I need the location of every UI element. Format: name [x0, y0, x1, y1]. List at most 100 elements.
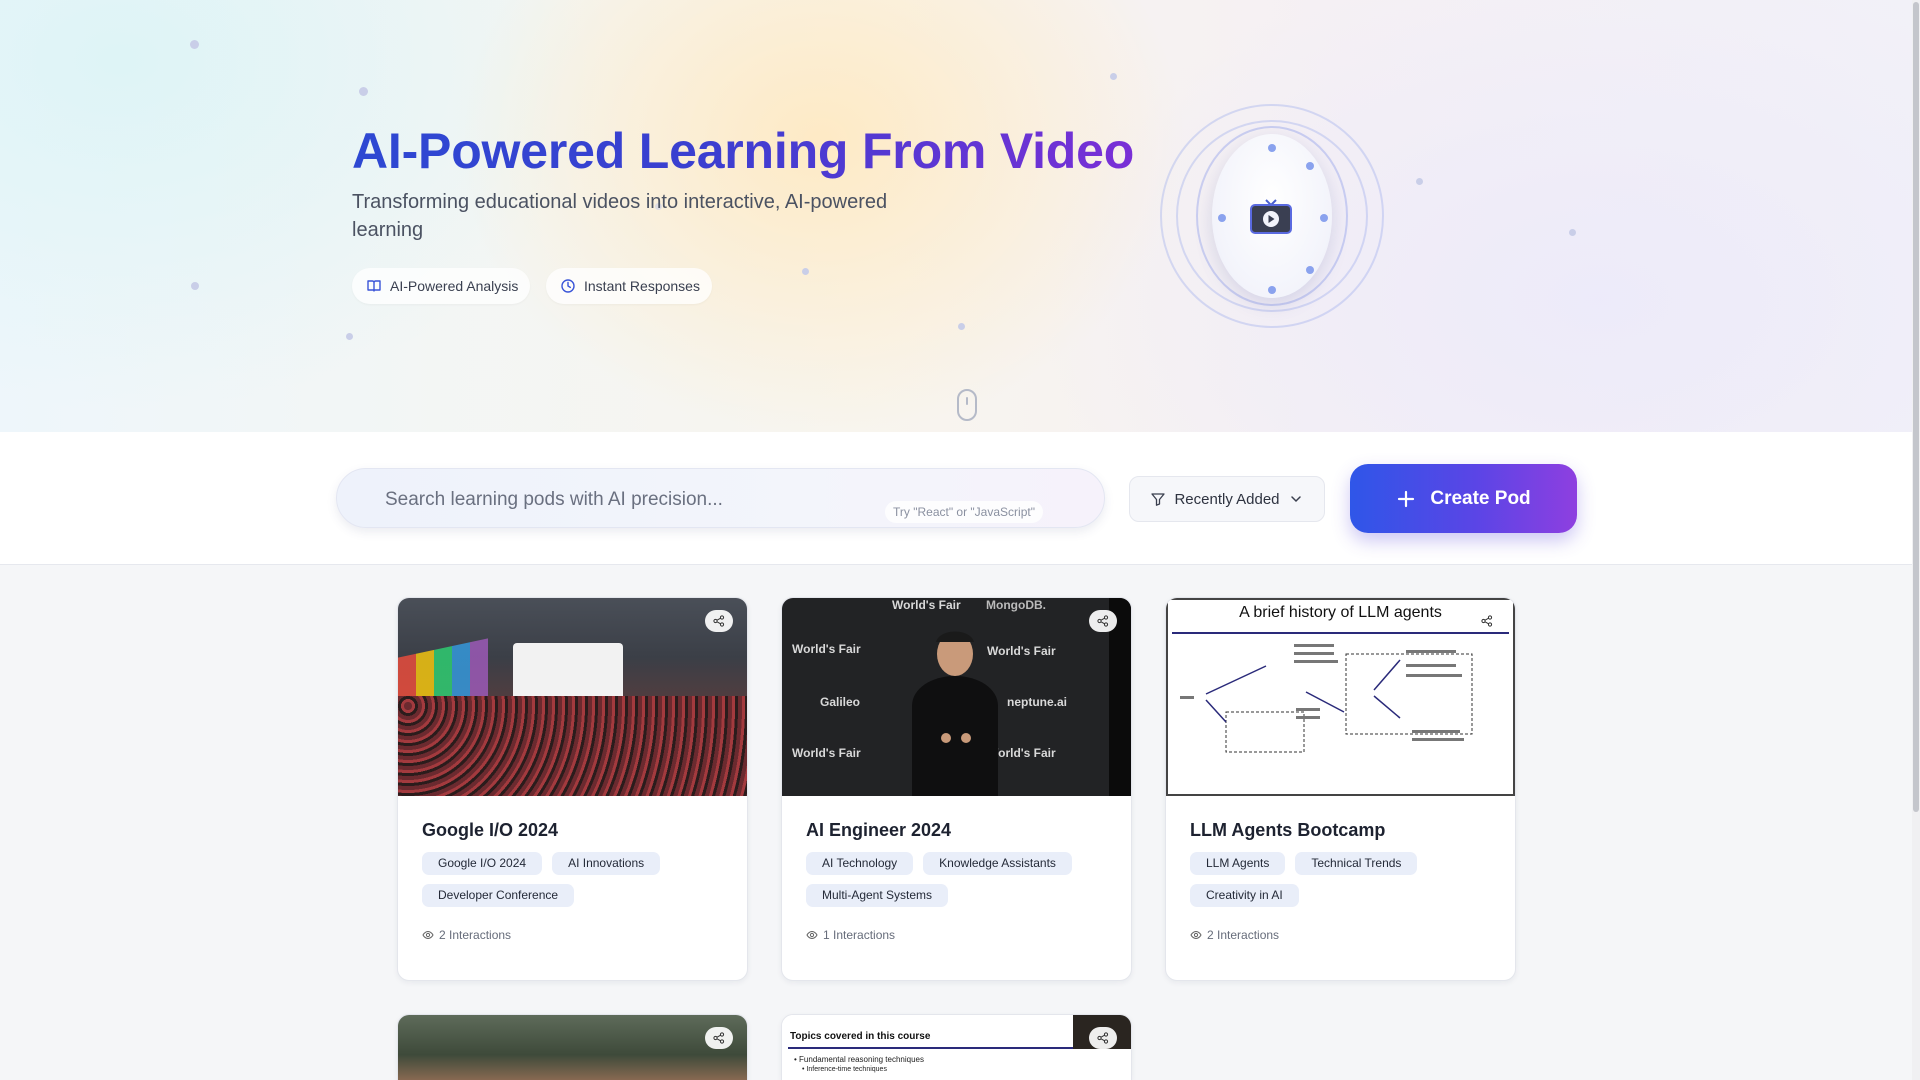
- sort-dropdown[interactable]: Recently Added: [1129, 476, 1325, 522]
- book-icon: [367, 280, 381, 292]
- chevron-down-icon: [1290, 496, 1301, 503]
- pod-card[interactable]: World's Fair MongoDB. World's Fair World…: [781, 597, 1132, 981]
- share-button[interactable]: [1089, 1027, 1117, 1049]
- pod-card[interactable]: A brief history of LLM agents LLM Agents…: [1165, 597, 1516, 981]
- pod-toolbar: Try "React" or "JavaScript" Recently Add…: [0, 432, 1920, 565]
- pod-card[interactable]: [397, 1014, 748, 1080]
- decor-dot: [191, 282, 199, 290]
- eye-icon: [1190, 930, 1202, 940]
- share-button[interactable]: [705, 610, 733, 632]
- hero-subtitle: Transforming educational videos into int…: [352, 191, 888, 241]
- orbit-dot: [1306, 266, 1314, 274]
- eye-icon: [806, 930, 818, 940]
- thumbnail-text: World's Fair: [792, 746, 861, 760]
- pod-tag[interactable]: Knowledge Assistants: [923, 852, 1072, 875]
- create-pod-label: Create Pod: [1430, 487, 1531, 509]
- hero-title: AI-Powered Learning From Video: [352, 123, 1135, 179]
- eye-icon: [422, 930, 434, 940]
- hero-section: AI-Powered Learning From Video Transform…: [0, 0, 1920, 432]
- pod-tag[interactable]: Google I/O 2024: [422, 852, 543, 875]
- thumbnail-decor: [1172, 632, 1509, 634]
- pod-interactions: 1 Interactions: [806, 928, 895, 942]
- mouse-scroll-icon[interactable]: [957, 389, 977, 421]
- thumbnail-decor: [1180, 644, 1473, 753]
- search-hint: Try "React" or "JavaScript": [885, 501, 1043, 523]
- thumbnail-text: World's Fair: [892, 598, 961, 612]
- slide-title: A brief history of LLM agents: [1239, 604, 1442, 621]
- pod-thumbnail[interactable]: Topics covered in this course • Fundamen…: [782, 1015, 1131, 1080]
- pod-thumbnail[interactable]: [398, 1015, 747, 1080]
- feature-pill-analysis: AI-Powered Analysis: [352, 268, 531, 304]
- clock-icon: [561, 279, 575, 293]
- thumbnail-image: [398, 1015, 747, 1080]
- share-icon: [713, 615, 725, 627]
- feature-label: Instant Responses: [584, 278, 700, 294]
- thumbnail-decor: [912, 631, 998, 796]
- search-bar[interactable]: Try "React" or "JavaScript": [336, 468, 1105, 528]
- create-pod-button[interactable]: Create Pod: [1350, 464, 1577, 533]
- pod-tags: LLM Agents Technical Trends Creativity i…: [1190, 852, 1500, 907]
- slide-bullet: • Inference-time techniques: [802, 1066, 887, 1073]
- search-input[interactable]: [385, 487, 865, 513]
- orbit-dot: [1320, 214, 1328, 222]
- decor-dot: [359, 87, 368, 96]
- pod-title: Google I/O 2024: [422, 820, 559, 840]
- slide-bullet-text: Fundamental reasoning techniques: [799, 1055, 925, 1064]
- pod-tag[interactable]: Developer Conference: [422, 884, 575, 907]
- pod-thumbnail[interactable]: World's Fair MongoDB. World's Fair World…: [782, 598, 1131, 796]
- pod-interactions: 2 Interactions: [422, 928, 511, 942]
- pod-thumbnail[interactable]: [398, 598, 747, 796]
- decor-dot: [958, 323, 965, 330]
- feature-label: AI-Powered Analysis: [390, 278, 519, 294]
- pod-interactions: 2 Interactions: [1190, 928, 1279, 942]
- slide-bullet: • Fundamental reasoning techniques: [794, 1055, 925, 1064]
- thumbnail-text: World's Fair: [792, 642, 861, 656]
- interactions-count: 1 Interactions: [823, 928, 896, 942]
- pod-tags: AI Technology Knowledge Assistants Multi…: [806, 852, 1116, 907]
- decor-dot: [1110, 73, 1117, 80]
- video-orb-illustration: [1160, 104, 1384, 328]
- pod-tag[interactable]: AI Innovations: [552, 852, 661, 875]
- decor-dot: [802, 268, 809, 275]
- pod-card[interactable]: Topics covered in this course • Fundamen…: [781, 1014, 1132, 1080]
- pod-tag[interactable]: Multi-Agent Systems: [806, 884, 949, 907]
- pod-thumbnail[interactable]: A brief history of LLM agents: [1166, 598, 1515, 796]
- filter-icon: [1151, 493, 1166, 506]
- interactions-count: 2 Interactions: [439, 928, 512, 942]
- decor-dot: [1416, 178, 1423, 185]
- feature-pill-responses: Instant Responses: [546, 268, 712, 304]
- thumbnail-text: Galileo: [820, 695, 861, 709]
- interactions-count: 2 Interactions: [1207, 928, 1280, 942]
- orbit-dot: [1306, 162, 1314, 170]
- pod-tag[interactable]: Creativity in AI: [1190, 884, 1299, 907]
- share-icon: [1097, 615, 1109, 627]
- orbit-dot: [1268, 286, 1276, 294]
- slide-title: Topics covered in this course: [790, 1031, 931, 1042]
- share-icon: [713, 1032, 725, 1044]
- pod-title: LLM Agents Bootcamp: [1190, 820, 1386, 840]
- share-button[interactable]: [1089, 610, 1117, 632]
- share-button[interactable]: [1473, 610, 1501, 632]
- thumbnail-decor: [788, 1047, 1078, 1049]
- share-icon: [1481, 615, 1493, 627]
- share-button[interactable]: [705, 1027, 733, 1049]
- pod-tag[interactable]: AI Technology: [806, 852, 914, 875]
- scrollbar-thumb[interactable]: [1913, 2, 1919, 812]
- decor-dot: [190, 40, 199, 49]
- video-player-icon: [1250, 199, 1292, 234]
- pod-tags: Google I/O 2024 AI Innovations Developer…: [422, 852, 732, 907]
- sort-label: Recently Added: [1174, 490, 1280, 508]
- pod-tag[interactable]: LLM Agents: [1190, 852, 1286, 875]
- decor-dot: [346, 333, 353, 340]
- page-scrollbar[interactable]: [1912, 0, 1920, 1080]
- thumbnail-text: MongoDB.: [986, 598, 1046, 612]
- pod-tag[interactable]: Technical Trends: [1295, 852, 1418, 875]
- decor-dot: [1569, 229, 1576, 236]
- pod-title: AI Engineer 2024: [806, 820, 952, 840]
- orbit-dot: [1268, 144, 1276, 152]
- slide-bullet-text: Inference-time techniques: [806, 1066, 887, 1073]
- pod-card[interactable]: Google I/O 2024 Google I/O 2024 AI Innov…: [397, 597, 748, 981]
- thumbnail-text: neptune.ai: [1007, 695, 1068, 709]
- thumbnail-decor: [398, 696, 747, 796]
- plus-icon: [1398, 490, 1415, 507]
